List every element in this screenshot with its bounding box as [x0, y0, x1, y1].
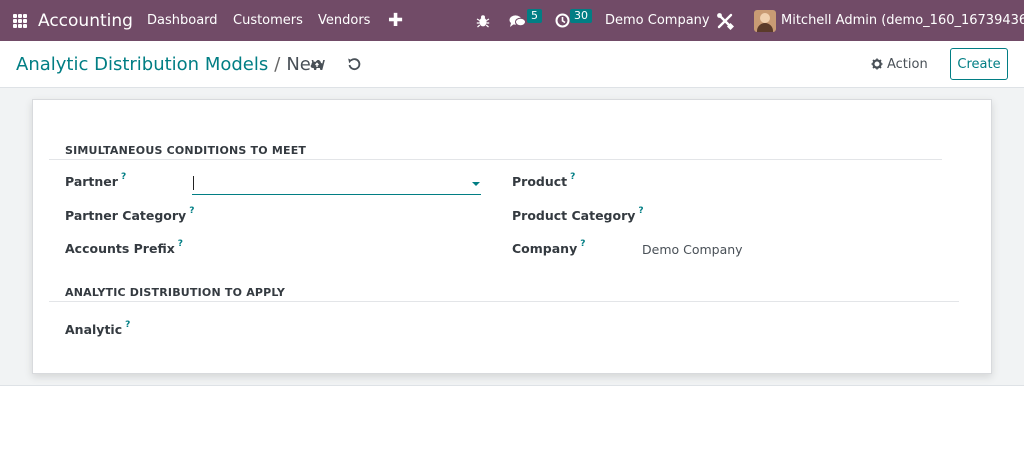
- messages-count-badge: 5: [527, 9, 542, 23]
- top-navbar: Accounting Dashboard Customers Vendors ✚…: [0, 0, 1024, 41]
- help-icon[interactable]: ?: [570, 172, 575, 182]
- product-label: Product?: [512, 172, 576, 190]
- bug-icon[interactable]: [476, 0, 490, 41]
- user-menu[interactable]: Mitchell Admin (demo_160_1673943639): [754, 0, 1024, 41]
- create-button[interactable]: Create: [950, 48, 1008, 80]
- section-divider: [49, 159, 942, 160]
- menu-dashboard[interactable]: Dashboard: [147, 0, 218, 41]
- activities-button[interactable]: 30: [555, 0, 592, 41]
- app-name[interactable]: Accounting: [38, 0, 133, 41]
- messages-button[interactable]: 5: [509, 0, 545, 41]
- menu-customers[interactable]: Customers: [233, 0, 303, 41]
- section-divider: [49, 301, 959, 302]
- section-conditions-title: SIMULTANEOUS CONDITIONS TO MEET: [65, 144, 307, 157]
- breadcrumb-parent-link[interactable]: Analytic Distribution Models: [16, 54, 268, 75]
- chevron-down-icon[interactable]: [472, 182, 480, 186]
- section-distribution-title: ANALYTIC DISTRIBUTION TO APPLY: [65, 286, 286, 299]
- accounts-prefix-label: Accounts Prefix?: [65, 239, 184, 257]
- breadcrumb-separator: /: [274, 53, 281, 75]
- chat-icon: [509, 14, 526, 27]
- help-icon[interactable]: ?: [638, 206, 643, 216]
- breadcrumb: Analytic Distribution Models / New: [16, 41, 326, 87]
- company-field[interactable]: Demo Company: [642, 242, 743, 257]
- text-cursor: [193, 176, 194, 190]
- partner-category-label: Partner Category?: [65, 206, 195, 224]
- help-icon[interactable]: ?: [178, 239, 183, 249]
- control-panel: Analytic Distribution Models / New Actio…: [0, 41, 1024, 88]
- help-icon[interactable]: ?: [125, 320, 130, 330]
- company-switcher[interactable]: Demo Company: [605, 0, 710, 41]
- form-sheet: SIMULTANEOUS CONDITIONS TO MEET Partner?…: [32, 99, 992, 374]
- plus-icon[interactable]: ✚: [388, 0, 403, 41]
- menu-vendors[interactable]: Vendors: [318, 0, 370, 41]
- help-icon[interactable]: ?: [580, 239, 585, 249]
- help-icon[interactable]: ?: [189, 206, 194, 216]
- undo-icon[interactable]: [346, 56, 362, 72]
- clock-icon: [555, 13, 570, 28]
- tools-icon[interactable]: [716, 0, 734, 41]
- analytic-label: Analytic?: [65, 320, 131, 338]
- activities-count-badge: 30: [570, 9, 592, 23]
- avatar: [754, 9, 776, 32]
- user-name: Mitchell Admin (demo_160_1673943639): [781, 13, 1024, 28]
- partner-field[interactable]: [192, 173, 481, 195]
- company-label: Company?: [512, 239, 586, 257]
- cloud-upload-icon[interactable]: [309, 56, 325, 72]
- partner-label: Partner?: [65, 172, 127, 190]
- product-category-label: Product Category?: [512, 206, 644, 224]
- gear-icon: [871, 58, 883, 70]
- help-icon[interactable]: ?: [121, 172, 126, 182]
- form-view: SIMULTANEOUS CONDITIONS TO MEET Partner?…: [0, 88, 1024, 386]
- action-button[interactable]: Action: [871, 50, 928, 78]
- apps-menu-icon[interactable]: [13, 0, 27, 41]
- action-label: Action: [887, 56, 928, 72]
